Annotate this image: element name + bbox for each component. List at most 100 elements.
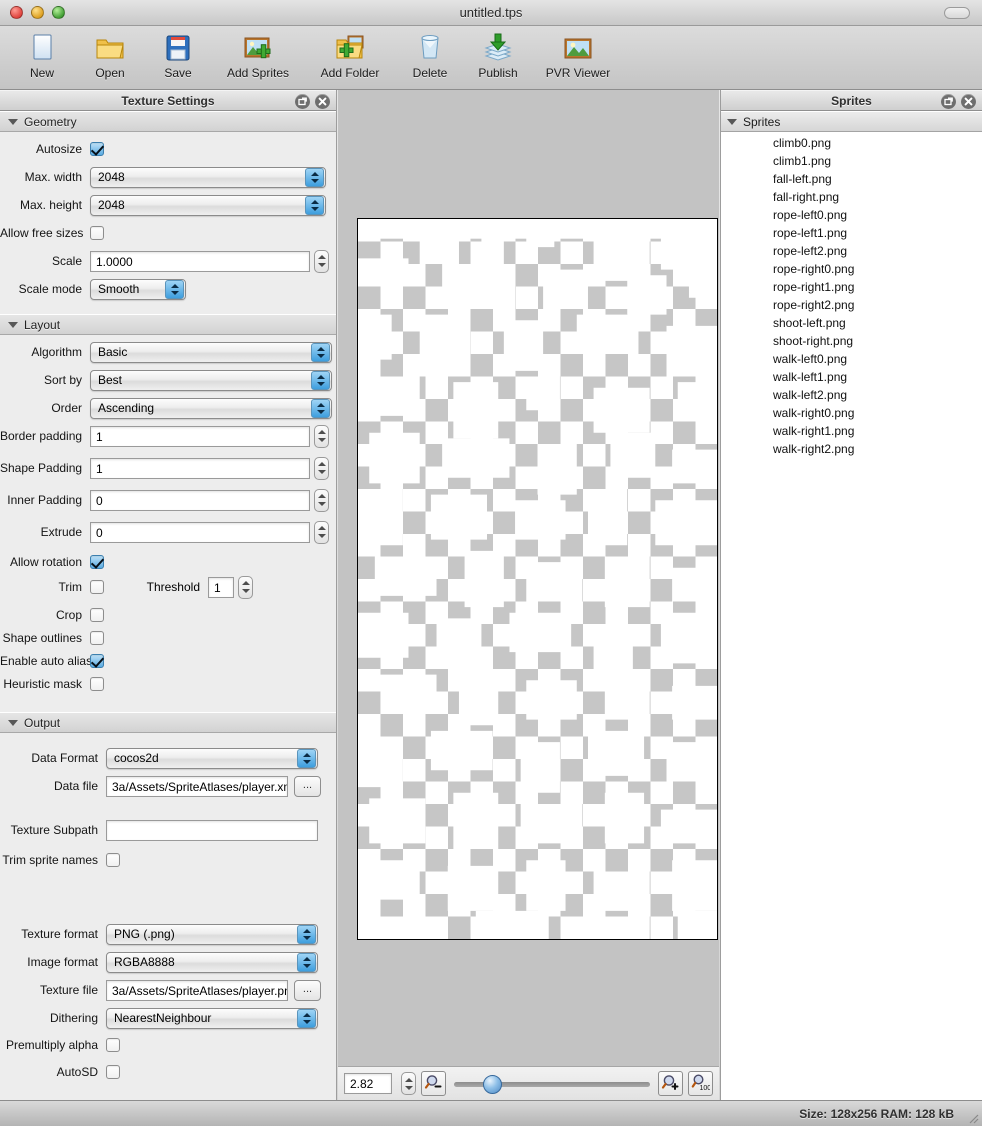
section-header-geometry[interactable]: Geometry <box>0 111 336 132</box>
list-item[interactable]: walk-right1.png <box>721 422 982 440</box>
input-extrude[interactable]: 0 <box>90 521 310 543</box>
stepper-extrude-icon[interactable] <box>314 520 329 544</box>
stepper-order-icon[interactable] <box>311 398 330 418</box>
zoom-slider[interactable] <box>454 1073 650 1095</box>
input-texture-file[interactable]: 3a/Assets/SpriteAtlases/player.png <box>106 979 288 1001</box>
combo-algorithm[interactable]: Basic <box>90 341 332 363</box>
stepper-inner-padding-icon[interactable] <box>314 488 329 512</box>
list-item[interactable]: fall-left.png <box>721 170 982 188</box>
checkbox-crop[interactable] <box>90 608 104 622</box>
input-inner-padding[interactable]: 0 <box>90 489 310 511</box>
combo-image-format[interactable]: RGBA8888 <box>106 951 318 973</box>
stepper-texture-format-icon[interactable] <box>297 924 316 944</box>
zoom-value-input[interactable]: 2.82 <box>344 1073 392 1094</box>
zoom-slider-knob[interactable] <box>483 1074 503 1094</box>
list-item[interactable]: shoot-left.png <box>721 314 982 332</box>
toggle-toolbar-button[interactable] <box>944 7 970 19</box>
zoom-out-button[interactable] <box>421 1071 446 1096</box>
combo-max-height[interactable]: 2048 <box>90 194 326 216</box>
combo-texture-format[interactable]: PNG (.png) <box>106 923 318 945</box>
input-texture-subpath[interactable] <box>106 819 318 841</box>
input-data-file[interactable]: 3a/Assets/SpriteAtlases/player.xml <box>106 775 288 797</box>
toolbar-button-add-sprites[interactable]: Add Sprites <box>212 29 304 80</box>
stepper-sort-by-icon[interactable] <box>311 370 330 390</box>
sprites-tree-root[interactable]: Sprites <box>721 111 982 132</box>
zoom-in-button[interactable] <box>658 1071 683 1096</box>
list-item[interactable]: walk-left0.png <box>721 350 982 368</box>
browse-data-file-button[interactable]: ... <box>294 775 321 797</box>
list-item[interactable]: rope-right1.png <box>721 278 982 296</box>
list-item[interactable]: rope-right2.png <box>721 296 982 314</box>
checkbox-enable-auto-alias[interactable] <box>90 654 104 668</box>
input-scale[interactable]: 1.0000 <box>90 250 310 272</box>
section-header-layout[interactable]: Layout <box>0 314 336 335</box>
list-item[interactable]: walk-right2.png <box>721 440 982 458</box>
checkbox-trim[interactable] <box>90 580 104 594</box>
toolbar-label-save: Save <box>164 66 192 80</box>
zoom-100-button[interactable]: 100 <box>688 1071 713 1096</box>
list-item[interactable]: walk-left1.png <box>721 368 982 386</box>
stepper-max-width-icon[interactable] <box>305 167 324 187</box>
float-panel-icon[interactable] <box>941 94 956 109</box>
combo-max-width[interactable]: 2048 <box>90 166 326 188</box>
checkbox-trim-sprite-names[interactable] <box>106 853 120 867</box>
label-data-format: Data Format <box>31 751 98 765</box>
list-item[interactable]: walk-right0.png <box>721 404 982 422</box>
texture-preview-canvas[interactable] <box>338 90 719 1100</box>
toolbar-button-new[interactable]: New <box>8 29 76 80</box>
combo-scale-mode[interactable]: Smooth <box>90 278 186 300</box>
checkbox-shape-outlines[interactable] <box>90 631 104 645</box>
input-shape-padding[interactable]: 1 <box>90 457 310 479</box>
stepper-algorithm-icon[interactable] <box>311 342 330 362</box>
stepper-max-height-icon[interactable] <box>305 195 324 215</box>
list-item[interactable]: rope-left2.png <box>721 242 982 260</box>
list-item[interactable]: walk-left2.png <box>721 386 982 404</box>
label-allow-free-sizes: Allow free sizes <box>0 226 84 240</box>
checkbox-allow-free-sizes[interactable] <box>90 226 104 240</box>
toolbar-button-delete[interactable]: Delete <box>396 29 464 80</box>
stepper-scale-icon[interactable] <box>314 249 329 273</box>
row-allow-rotation: Allow rotation <box>0 551 336 573</box>
toolbar-button-pvr-viewer[interactable]: PVR Viewer <box>532 29 624 80</box>
stepper-border-padding-icon[interactable] <box>314 424 329 448</box>
stepper-image-format-icon[interactable] <box>297 952 316 972</box>
toolbar-button-save[interactable]: Save <box>144 29 212 80</box>
resize-grip-icon[interactable] <box>965 1110 979 1124</box>
input-threshold[interactable]: 1 <box>208 576 234 598</box>
toolbar-button-add-folder[interactable]: Add Folder <box>304 29 396 80</box>
toolbar-button-publish[interactable]: Publish <box>464 29 532 80</box>
section-body-output: Data Format cocos2d Data file 3a/Assets/… <box>0 733 336 1096</box>
input-border-padding[interactable]: 1 <box>90 425 310 447</box>
browse-texture-file-button[interactable]: ... <box>294 979 321 1001</box>
list-item[interactable]: climb1.png <box>721 152 982 170</box>
label-allow-rotation: Allow rotation <box>9 555 82 569</box>
stepper-scale-mode-icon[interactable] <box>165 279 184 299</box>
stepper-zoom-icon[interactable] <box>401 1072 416 1095</box>
combo-order[interactable]: Ascending <box>90 397 332 419</box>
close-panel-icon[interactable] <box>315 94 330 109</box>
list-item[interactable]: rope-right0.png <box>721 260 982 278</box>
combo-dithering[interactable]: NearestNeighbour <box>106 1007 318 1029</box>
application-window: untitled.tps New Open Save Add Sprites A… <box>0 0 982 1126</box>
list-item[interactable]: rope-left0.png <box>721 206 982 224</box>
stepper-data-format-icon[interactable] <box>297 748 316 768</box>
checkbox-heuristic-mask[interactable] <box>90 677 104 691</box>
stepper-dithering-icon[interactable] <box>297 1008 316 1028</box>
list-item[interactable]: climb0.png <box>721 134 982 152</box>
combo-sort-by[interactable]: Best <box>90 369 332 391</box>
stepper-threshold-icon[interactable] <box>238 575 253 599</box>
stepper-shape-padding-icon[interactable] <box>314 456 329 480</box>
checkbox-premultiply-alpha[interactable] <box>106 1038 120 1052</box>
list-item[interactable]: shoot-right.png <box>721 332 982 350</box>
checkbox-allow-rotation[interactable] <box>90 555 104 569</box>
combo-data-format[interactable]: cocos2d <box>106 747 318 769</box>
packed-texture-image[interactable] <box>357 218 718 940</box>
close-panel-icon[interactable] <box>961 94 976 109</box>
list-item[interactable]: rope-left1.png <box>721 224 982 242</box>
list-item[interactable]: fall-right.png <box>721 188 982 206</box>
checkbox-autosd[interactable] <box>106 1065 120 1079</box>
checkbox-autosize[interactable] <box>90 142 104 156</box>
toolbar-button-open[interactable]: Open <box>76 29 144 80</box>
section-header-output[interactable]: Output <box>0 712 336 733</box>
float-panel-icon[interactable] <box>295 94 310 109</box>
